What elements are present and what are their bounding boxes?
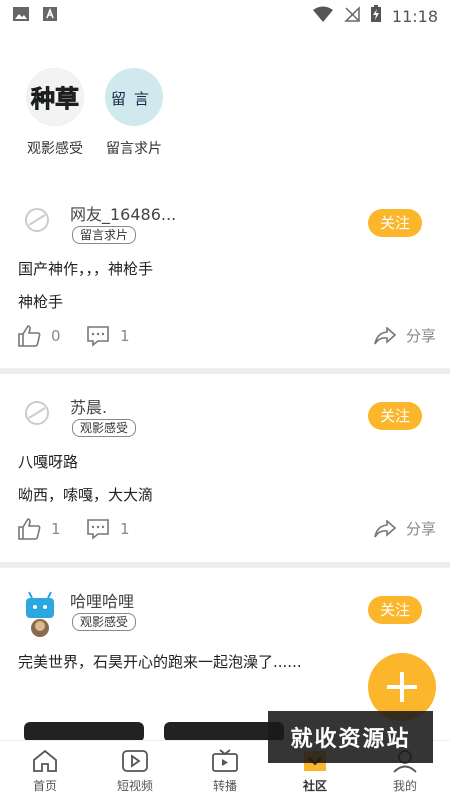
follow-button[interactable]: 关注 [368, 596, 422, 624]
thumbs-up-icon [18, 325, 41, 347]
like-button[interactable]: 0 [17, 325, 61, 347]
battery-charging-icon [370, 5, 382, 27]
post-text-line: 神枪手 [18, 293, 64, 311]
post-card: 网友_16486... 留言求片 关注 国产神作，，，神枪手 神枪手 0 1 分… [0, 195, 450, 365]
plus-icon [387, 672, 417, 702]
badge-text: 留言 [111, 90, 157, 108]
post-thumbnail[interactable] [24, 722, 144, 742]
comment-button[interactable]: 1 [86, 325, 130, 347]
avatar[interactable] [20, 203, 54, 237]
comment-count: 1 [120, 327, 130, 345]
post-text-line: 完美世界，石昊开心的跑来一起泡澡了...... [18, 653, 302, 671]
nav-short-video[interactable]: 短视频 [90, 741, 180, 800]
post-divider [0, 368, 450, 374]
share-icon [374, 326, 396, 344]
image-notification-icon [12, 6, 30, 26]
category-row: 种草 观影感受 留言 留言求片 [0, 68, 450, 168]
nav-label: 社区 [302, 778, 327, 793]
share-button[interactable]: 分享 [374, 518, 436, 539]
badge-text: 种草 [31, 85, 79, 113]
post-thumbnail[interactable] [164, 722, 284, 742]
post-tag[interactable]: 留言求片 [72, 226, 137, 244]
watermark-overlay: 就收资源站 [268, 711, 433, 763]
avatar[interactable] [20, 396, 54, 430]
category-badge-icon: 留言 [105, 68, 163, 126]
like-button[interactable]: 1 [17, 518, 61, 540]
follow-button[interactable]: 关注 [368, 402, 422, 430]
post-text-line: 呦西，嗦嘎，大大滴 [18, 486, 154, 504]
status-bar: 11:18 [0, 0, 450, 32]
username[interactable]: 苏晨. [70, 394, 107, 418]
comment-count: 1 [120, 520, 130, 538]
thumbs-up-icon [18, 518, 41, 540]
video-icon [122, 749, 148, 772]
tv-icon [212, 748, 238, 772]
nav-label: 转播 [212, 778, 237, 793]
wifi-icon [312, 6, 334, 26]
username[interactable]: 哈哩哈哩 [70, 588, 134, 612]
no-signal-icon [344, 6, 360, 26]
username[interactable]: 网友_16486... [70, 201, 176, 225]
like-count: 0 [51, 327, 61, 345]
comment-icon [87, 519, 109, 540]
post-text-line: 八嘎呀路 [18, 453, 79, 471]
share-label: 分享 [406, 327, 437, 345]
share-button[interactable]: 分享 [374, 325, 436, 346]
category-viewing-experience[interactable]: 种草 观影感受 [15, 68, 95, 158]
post-actions: 0 1 分享 [0, 325, 450, 355]
category-label: 留言求片 [106, 141, 162, 157]
comment-button[interactable]: 1 [86, 518, 130, 540]
post-card: 苏晨. 观影感受 关注 八嘎呀路 呦西，嗦嘎，大大滴 1 1 分享 [0, 388, 450, 558]
nav-label: 首页 [32, 778, 57, 793]
category-label: 观影感受 [27, 141, 83, 157]
post-text-line: 国产神作，，，神枪手 [18, 260, 154, 278]
home-icon [33, 749, 57, 772]
post-actions: 1 1 分享 [0, 518, 450, 548]
category-request-film[interactable]: 留言 留言求片 [94, 68, 174, 158]
post-divider [0, 562, 450, 568]
text-notification-icon [42, 6, 58, 26]
avatar[interactable] [20, 590, 60, 638]
follow-button[interactable]: 关注 [368, 209, 422, 237]
nav-label: 我的 [392, 778, 417, 793]
nav-home[interactable]: 首页 [0, 741, 90, 800]
post-tag[interactable]: 观影感受 [72, 613, 137, 631]
clock: 11:18 [391, 6, 438, 26]
nav-broadcast[interactable]: 转播 [180, 741, 270, 800]
comment-icon [87, 326, 109, 347]
like-count: 1 [51, 520, 61, 538]
post-tag[interactable]: 观影感受 [72, 419, 137, 437]
share-label: 分享 [406, 520, 437, 538]
nav-label: 短视频 [116, 778, 153, 793]
share-icon [374, 519, 396, 537]
category-badge-icon: 种草 [26, 68, 84, 126]
